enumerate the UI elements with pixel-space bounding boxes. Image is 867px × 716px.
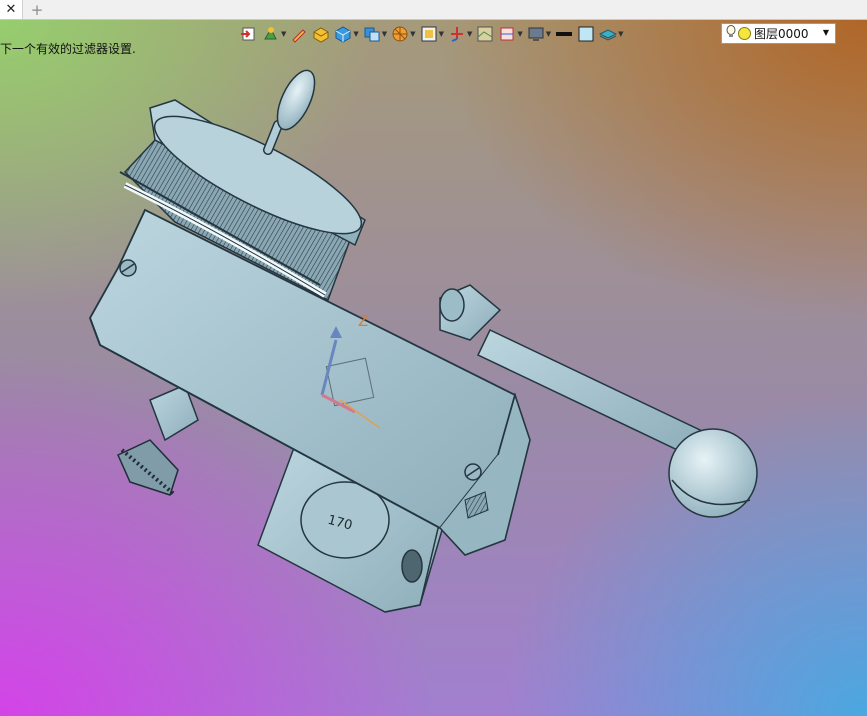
render-box-icon (312, 25, 330, 43)
toolbar-button-section-wheel[interactable]: ▼ (391, 23, 416, 45)
3d-viewport[interactable]: 170 Z (0, 20, 867, 716)
chevron-down-icon[interactable]: ▼ (823, 28, 829, 37)
left-knob (117, 384, 199, 497)
toolbar-button-monitor[interactable]: ▼ (527, 23, 551, 45)
toolbar-button-frame[interactable]: ▼ (420, 23, 444, 45)
display-style-icon (363, 25, 381, 43)
add-tab-icon[interactable]: + (27, 0, 47, 19)
chevron-down-icon[interactable]: ▼ (517, 30, 522, 38)
view-cube-icon (334, 25, 352, 43)
axis-z-label: Z (358, 312, 368, 330)
toolbar-button-color-swatch[interactable] (577, 23, 595, 45)
chevron-down-icon[interactable]: ▼ (546, 30, 551, 38)
chevron-down-icon[interactable]: ▼ (439, 30, 444, 38)
toolbar-button-dimension[interactable]: ▼ (498, 23, 523, 45)
close-tab-icon[interactable]: ✕ (0, 0, 23, 19)
toolbar-button-layer-stack[interactable]: ▼ (599, 23, 624, 45)
toolbar-button-axis-triad[interactable]: ▼ (448, 23, 472, 45)
toolbar-button-display-style[interactable]: ▼ (363, 23, 387, 45)
layer-color-icon (738, 27, 751, 40)
toolbar-button-view-cube[interactable]: ▼ (334, 23, 359, 45)
import-icon (240, 25, 258, 43)
bulb-icon[interactable] (726, 25, 736, 42)
pen-icon (290, 25, 308, 43)
layer-name: 图层0000 (754, 27, 809, 41)
chevron-down-icon[interactable]: ▼ (467, 30, 472, 38)
chevron-down-icon[interactable]: ▼ (281, 30, 286, 38)
tree-filter-icon (262, 25, 280, 43)
cad-model: 170 Z (89, 69, 758, 613)
toolbar-button-render-box[interactable] (312, 23, 330, 45)
texture-icon (476, 25, 494, 43)
chevron-down-icon[interactable]: ▼ (353, 30, 358, 38)
toolbar-button-tree-filter[interactable]: ▼ (262, 23, 286, 45)
layer-stack-icon (599, 25, 618, 43)
color-swatch-icon (577, 25, 595, 43)
chevron-down-icon[interactable]: ▼ (618, 30, 623, 38)
toolbar-button-pen[interactable] (290, 23, 308, 45)
toolbar-button-import[interactable] (240, 23, 258, 45)
layer-select[interactable]: 图层0000 ▼ (721, 23, 836, 44)
status-message: 下一个有效的过滤器设置. (0, 42, 136, 56)
axis-triad-icon (448, 25, 466, 43)
view-toolbar: ▼ ▼ ▼ ▼ ▼ ▼ ▼ ▼ ▼ (240, 22, 628, 46)
frame-icon (420, 25, 438, 43)
monitor-icon (527, 25, 545, 43)
tab-bar: ✕ + (0, 0, 867, 20)
toolbar-button-line-width[interactable] (555, 23, 573, 45)
toolbar-button-texture[interactable] (476, 23, 494, 45)
line-width-icon (555, 25, 573, 43)
chevron-down-icon[interactable]: ▼ (382, 30, 387, 38)
section-wheel-icon (391, 25, 409, 43)
chevron-down-icon[interactable]: ▼ (410, 30, 415, 38)
dimension-icon (498, 25, 516, 43)
